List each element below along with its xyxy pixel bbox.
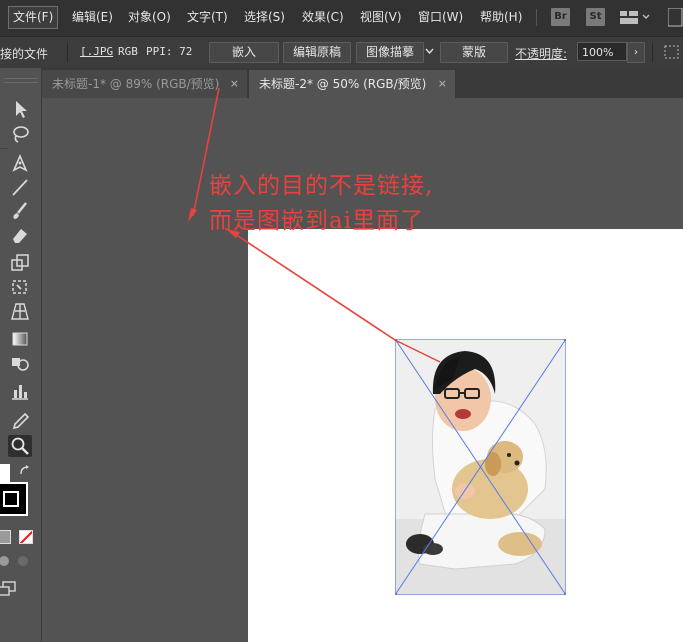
annotation-arrows [188, 87, 441, 363]
annotation-line-1: 嵌入的目的不是链接, [209, 173, 434, 199]
annotation-line-2: 而是图嵌到ai里面了 [209, 208, 425, 234]
